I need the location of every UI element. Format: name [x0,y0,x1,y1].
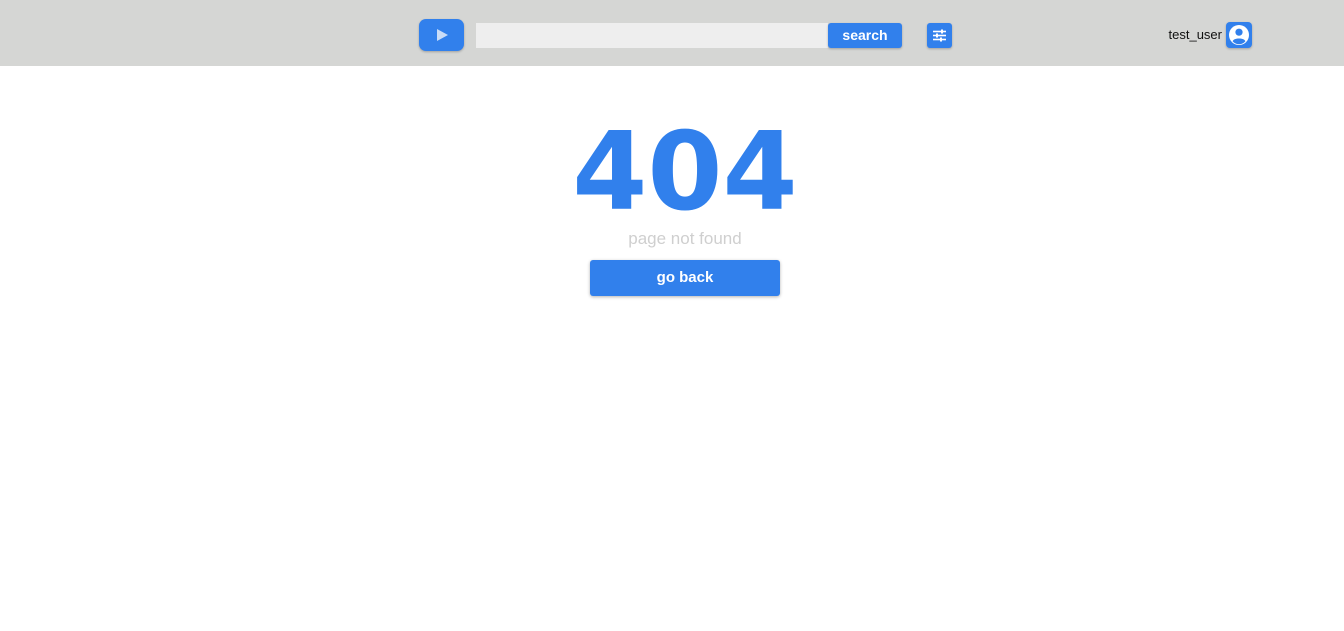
user-circle-icon [1229,25,1249,45]
top-bar: search test_user [0,0,1344,66]
user-avatar-button[interactable] [1226,22,1252,48]
username-label: test_user [1168,27,1222,42]
search-button[interactable]: search [828,23,902,48]
go-back-button[interactable]: go back [590,260,780,296]
error-message: page not found [628,229,742,248]
search-input[interactable] [476,23,828,48]
error-code: 404 [572,110,798,235]
logo-button[interactable] [419,19,464,51]
filter-button[interactable] [927,23,952,48]
play-icon [436,29,448,41]
sliders-icon [933,29,946,42]
